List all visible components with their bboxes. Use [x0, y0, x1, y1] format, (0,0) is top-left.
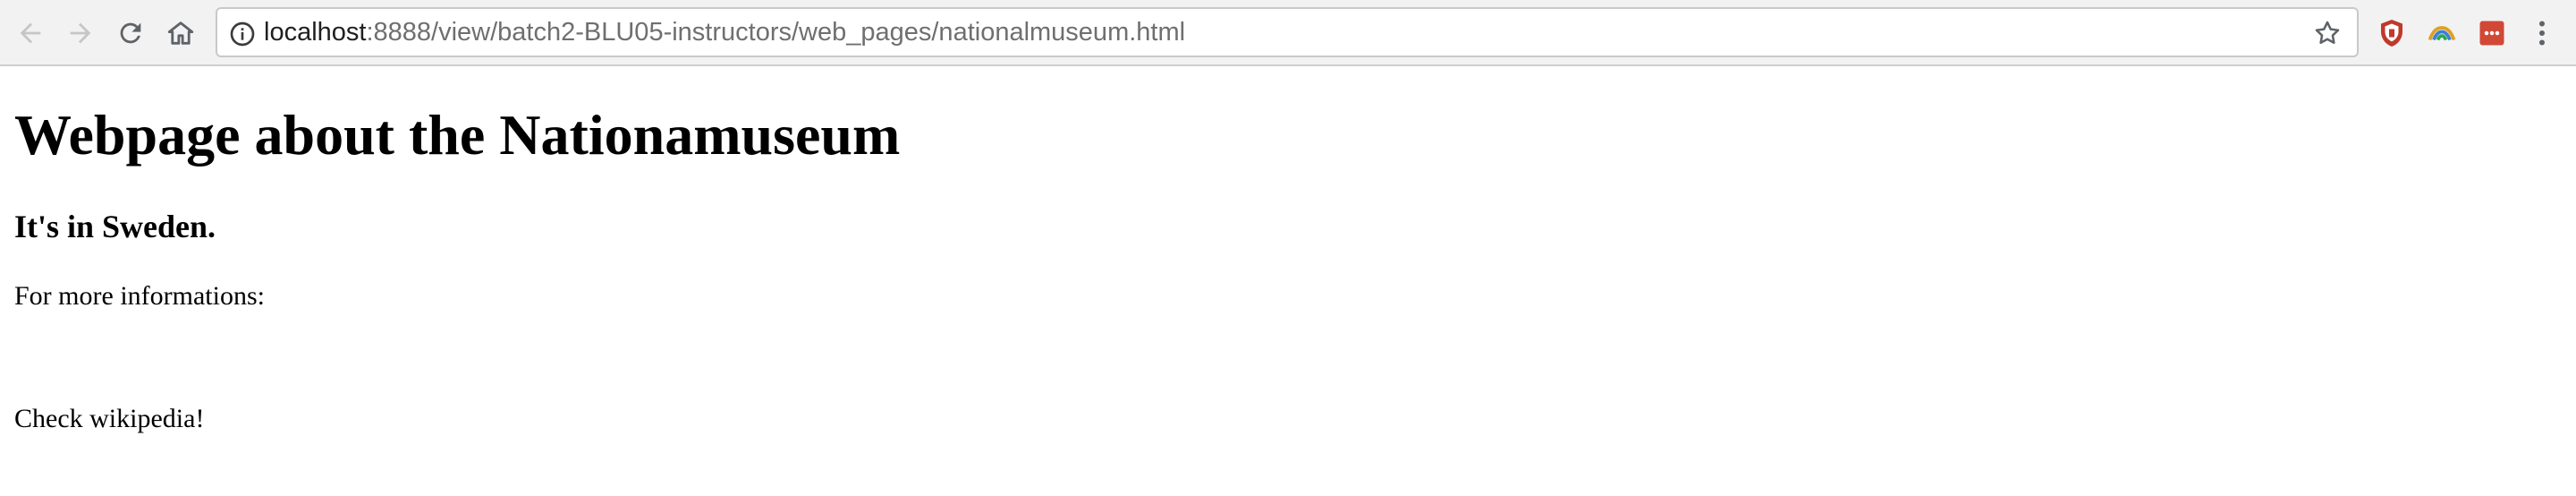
back-icon[interactable] [13, 15, 48, 51]
browser-toolbar: localhost:8888/view/batch2-BLU05-instruc… [0, 0, 2576, 66]
url-path: :8888/view/batch2-BLU05-instructors/web_… [366, 18, 1186, 47]
kebab-menu-icon[interactable] [2524, 15, 2560, 51]
url-host: localhost [264, 18, 367, 47]
rainbow-extension-icon[interactable] [2424, 15, 2460, 51]
page-heading: Webpage about the Nationamuseum [14, 103, 901, 167]
reload-icon[interactable] [113, 15, 148, 51]
page-subheading: It's in Sweden. [14, 209, 216, 244]
address-bar[interactable]: localhost:8888/view/batch2-BLU05-instruc… [216, 7, 2359, 57]
ublock-extension-icon[interactable] [2374, 15, 2410, 51]
wikipedia-paragraph: Check wikipedia! [14, 404, 205, 433]
info-icon[interactable] [228, 20, 257, 48]
info-paragraph: For more informations: [14, 281, 265, 311]
star-icon[interactable] [2312, 18, 2343, 48]
forward-icon[interactable] [63, 15, 98, 51]
home-icon[interactable] [163, 15, 199, 51]
url-text[interactable]: localhost:8888/view/batch2-BLU05-instruc… [264, 9, 1185, 56]
red-extension-icon[interactable] [2474, 15, 2510, 51]
